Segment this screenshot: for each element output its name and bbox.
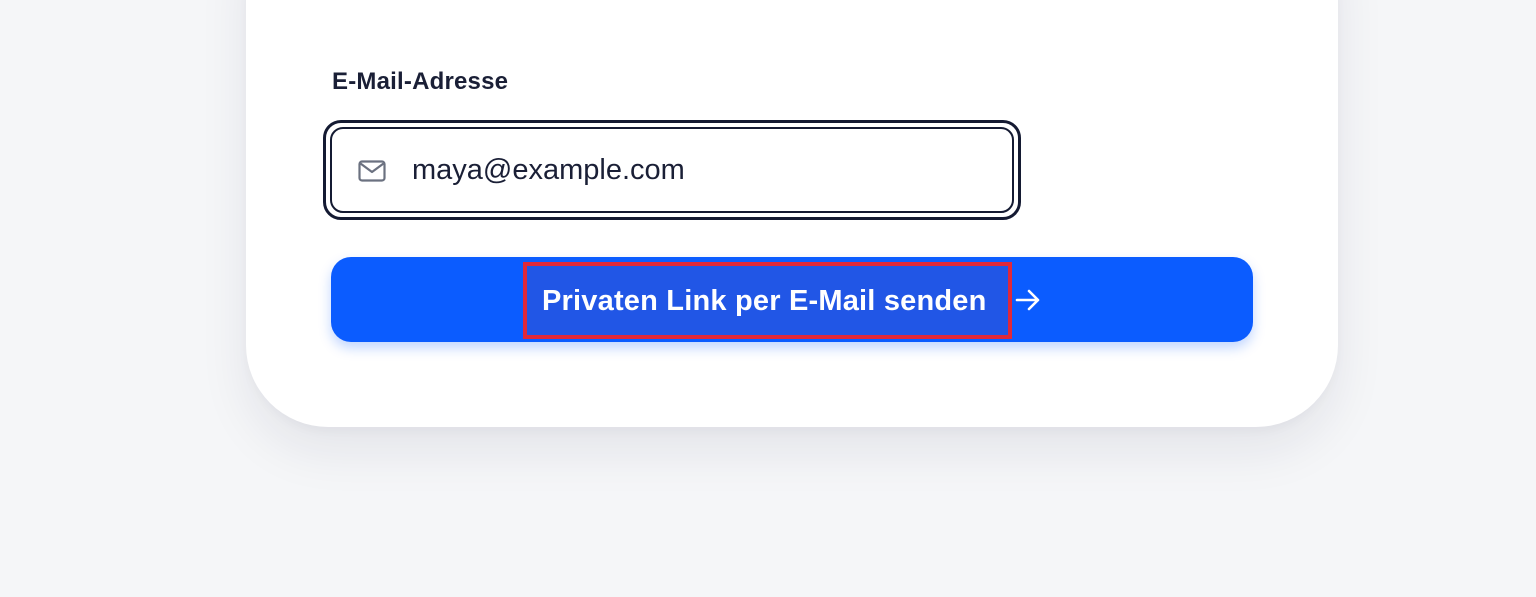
email-field[interactable]: [330, 127, 1014, 213]
email-label: E-Mail-Adresse: [332, 68, 509, 95]
email-input[interactable]: [412, 129, 992, 211]
email-field-focus-ring: [323, 120, 1021, 220]
arrow-right-icon: [1015, 289, 1040, 311]
send-link-button[interactable]: Privaten Link per E-Mail senden: [331, 257, 1253, 342]
send-link-button-label: Privaten Link per E-Mail senden: [542, 285, 987, 317]
mail-icon: [358, 160, 386, 182]
